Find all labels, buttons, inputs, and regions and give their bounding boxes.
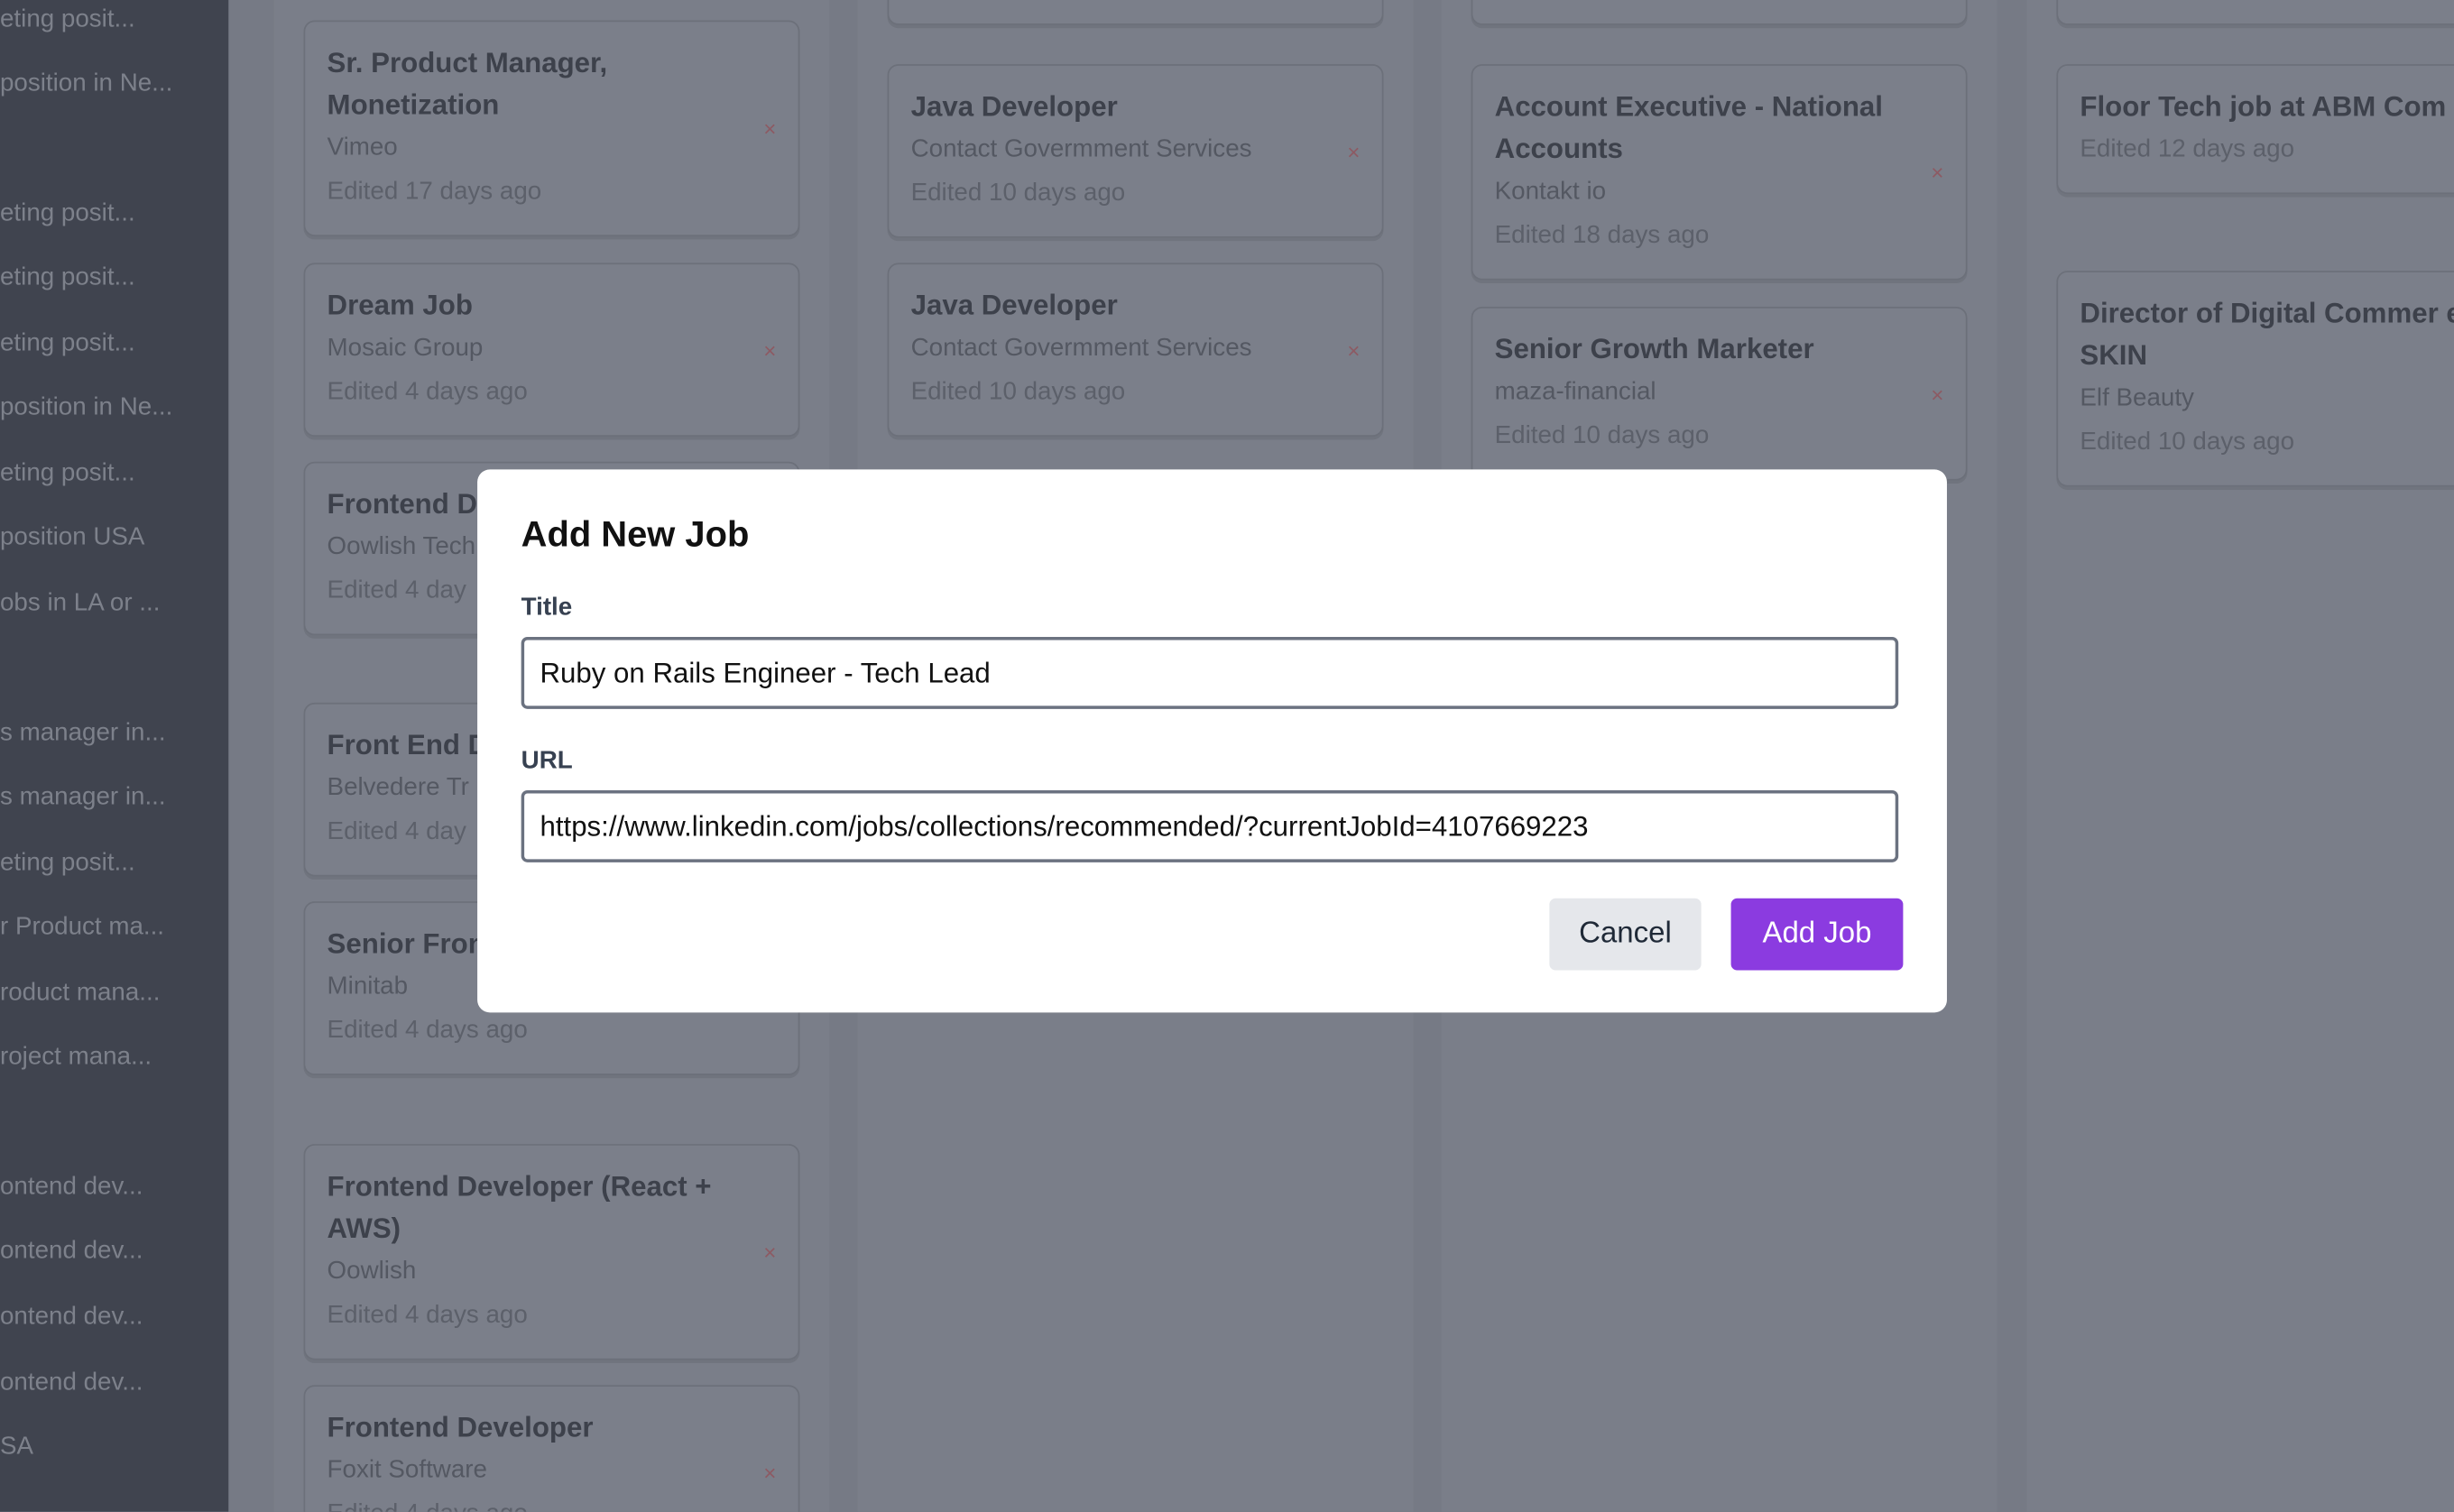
job-edited-time: Edited 4 days ago [328,1493,777,1512]
job-title: Director of Digital Commer e.l.f. SKIN [2080,297,2454,372]
job-title: Sr. Product Manager, Monetization [327,47,608,121]
sidebar-item[interactable]: s manager in... [0,718,166,750]
job-edited-time: Edited 19 days ago [2080,0,2454,3]
job-title: Floor Tech job at ABM Com Jolla [2080,90,2454,123]
cancel-button[interactable]: Cancel [1549,898,1702,971]
board-column: Edited 19 days ago Floor Tech job at ABM … [2026,0,2454,1512]
job-company: Foxit Software [327,1457,487,1484]
job-edited-time: Edited 4 days ago [327,1302,528,1329]
url-label: URL [521,748,573,775]
job-edited-time: Edited 17 days ago [327,178,542,206]
job-title: Frontend Developer [327,1411,594,1443]
job-card[interactable]: Edited 19 days ago [2056,0,2454,25]
job-company: Contact Govermment Services [910,135,1252,163]
sidebar-item[interactable]: ontend dev... [0,1302,143,1333]
job-title: Account Executive - National Accounts [1494,90,1883,165]
sidebar-item[interactable]: r Product ma... [0,912,164,944]
sidebar-item[interactable]: eting posit... [0,458,135,490]
sidebar-item[interactable]: s manager in... [0,782,166,814]
job-title: Senior Growth Marketer [1494,333,1814,365]
sidebar-item[interactable]: eting posit... [0,5,135,36]
job-company: Elf Beauty [2080,384,2194,412]
sidebar: eting posit... position in Ne... eting pos… [0,0,229,1512]
sidebar-item[interactable]: position USA [0,522,144,554]
app: eting posit... position in Ne... eting pos… [0,0,2454,1512]
job-edited-time: Edited 10 days ago [1494,422,1710,449]
job-company: Kontakt io [1494,178,1607,206]
job-title: Java Developer [910,289,1118,321]
job-card[interactable]: Frontend Developer Foxit Software Edited 4… [303,1385,800,1512]
job-edited-time: Edited 4 days ago [327,1017,528,1045]
job-card[interactable]: Director of Digital Commer e.l.f. SKIN El… [2056,271,2454,487]
delete-icon[interactable]: × [1931,381,1943,406]
job-edited-time: Edited 12 days ago [2080,135,2295,163]
delete-icon[interactable]: × [763,115,776,141]
job-card[interactable]: Frontend Developer (React + AWS) Oowlish E… [303,1144,800,1360]
job-card[interactable]: Java Developer Contact Govermment Service… [887,64,1384,238]
add-job-modal: Add New Job Title URL Cancel Add Job [477,469,1947,1013]
sidebar-item[interactable]: eting posit... [0,198,135,230]
sidebar-item[interactable]: obs in LA or ... [0,588,160,620]
job-title: Dream Job [327,289,473,321]
sidebar-item[interactable]: SA [0,1432,33,1463]
job-company: Contact Govermment Services [910,335,1252,362]
delete-icon[interactable]: × [763,1240,776,1265]
job-company: Oowlish [327,1258,417,1286]
sidebar-item[interactable]: position in Ne... [0,392,172,424]
delete-icon[interactable]: × [1347,139,1360,164]
job-edited-time: Edited 10 days ago [2080,429,2295,456]
job-card[interactable]: Java Developer Contact Govermment Service… [887,263,1384,437]
sidebar-item[interactable]: eting posit... [0,263,135,294]
job-edited-time: Edited 19 days ago [1495,0,1944,3]
sidebar-item[interactable]: ontend dev... [0,1236,143,1268]
sidebar-item[interactable]: roduct mana... [0,978,160,1010]
job-edited-time: Edited 10 days ago [910,378,1126,406]
job-card[interactable]: Senior Growth Marketer maza-financial Edit… [1471,307,1968,481]
sidebar-item[interactable]: roject mana... [0,1042,152,1074]
url-input[interactable] [521,790,1899,862]
sidebar-item[interactable]: position in Ne... [0,69,172,100]
job-edited-time: Edited 4 days ago [327,378,528,406]
title-input[interactable] [521,637,1899,709]
delete-icon[interactable]: × [763,337,776,363]
job-edited-time: Edited 10 days ago [910,180,1126,207]
job-card[interactable]: Edited 24 days ago [887,0,1384,25]
job-company: Vimeo [327,134,398,161]
job-card[interactable]: Sr. Product Manager, Monetization Vimeo Ed… [303,20,800,236]
title-label: Title [521,595,573,622]
job-company: maza-financial [1494,378,1656,406]
job-card[interactable]: Account Executive - National Accounts Kon… [1471,64,1968,281]
job-title: Java Developer [910,90,1118,123]
sidebar-item[interactable]: eting posit... [0,848,135,880]
job-title: Frontend Developer (React + AWS) [327,1170,712,1245]
sidebar-item[interactable]: ontend dev... [0,1368,143,1399]
add-job-button[interactable]: Add Job [1730,898,1904,971]
job-company: Mosaic Group [327,335,484,362]
job-edited-time: Edited 24 days ago [911,0,1361,3]
delete-icon[interactable]: × [763,1460,776,1485]
job-card[interactable]: Edited 19 days ago [1471,0,1968,25]
delete-icon[interactable]: × [1931,160,1943,185]
job-edited-time: Edited 18 days ago [1494,222,1710,249]
job-card[interactable]: Floor Tech job at ABM Com Jolla Edited 12… [2056,64,2454,195]
sidebar-item[interactable]: ontend dev... [0,1172,143,1203]
job-card[interactable]: Dream Job Mosaic Group Edited 4 days ago × [303,263,800,437]
delete-icon[interactable]: × [1347,337,1360,363]
sidebar-item[interactable]: eting posit... [0,328,135,360]
modal-title: Add New Job [521,512,750,555]
